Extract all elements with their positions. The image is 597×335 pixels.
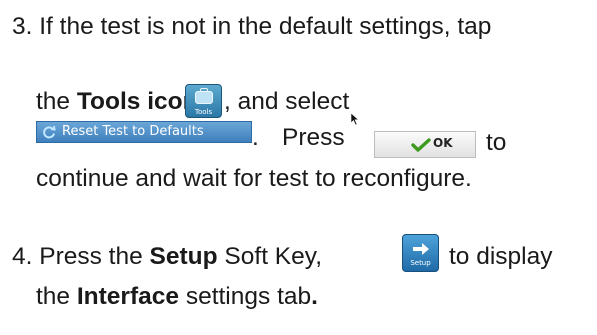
- refresh-icon: [43, 125, 56, 139]
- the-text: the: [36, 88, 77, 115]
- step-3-line-1: 3. If the test is not in the default set…: [12, 12, 491, 42]
- toolbox-case: [195, 91, 213, 104]
- to-text: to: [486, 128, 506, 158]
- settings-tab-text: settings tab: [179, 283, 312, 310]
- setup-bold: Setup: [149, 243, 218, 270]
- to-display-text: to display: [449, 242, 553, 272]
- reset-button-label: Reset Test to Defaults: [62, 124, 204, 139]
- step-4-line-2: the Interface settings tab.: [36, 282, 318, 312]
- tools-icon: Tools: [185, 84, 222, 118]
- step-3-line-2: the Tools icon: [36, 87, 198, 117]
- and-select-text: , and select: [224, 87, 349, 117]
- press: Press: [282, 124, 345, 151]
- period-text: .: [252, 123, 259, 153]
- soft-key-text: Soft Key,: [217, 243, 323, 270]
- continue-text: continue and wait for test to reconfigur…: [36, 165, 472, 192]
- check-icon: [411, 138, 431, 152]
- setup-icon: Setup: [402, 234, 439, 272]
- step-3-text: 3. If the test is not in the default set…: [12, 13, 492, 40]
- to: to: [486, 129, 507, 156]
- tools-icon-caption: Tools: [194, 108, 213, 116]
- arrow-right-icon: [413, 243, 429, 255]
- step-4-line-1: 4. Press the Setup Soft Key,: [12, 242, 322, 272]
- ok-button: OK: [374, 131, 476, 158]
- to-display: to display: [449, 243, 553, 270]
- step-4-prefix: 4. Press the: [12, 243, 150, 270]
- step-3-line-4: continue and wait for test to reconfigur…: [36, 164, 472, 194]
- the-text-2: the: [36, 283, 77, 310]
- cursor-icon: [350, 112, 360, 126]
- and-select: , and select: [224, 88, 350, 115]
- ok-label: OK: [433, 136, 453, 150]
- final-period: .: [311, 283, 318, 310]
- interface-bold: Interface: [76, 283, 180, 310]
- tools-icon-label-bold: Tools icon: [76, 88, 198, 115]
- setup-icon-caption: Setup: [410, 259, 431, 267]
- period: .: [252, 124, 259, 151]
- press-text: Press: [282, 123, 345, 153]
- reset-test-to-defaults-button: Reset Test to Defaults: [36, 121, 252, 143]
